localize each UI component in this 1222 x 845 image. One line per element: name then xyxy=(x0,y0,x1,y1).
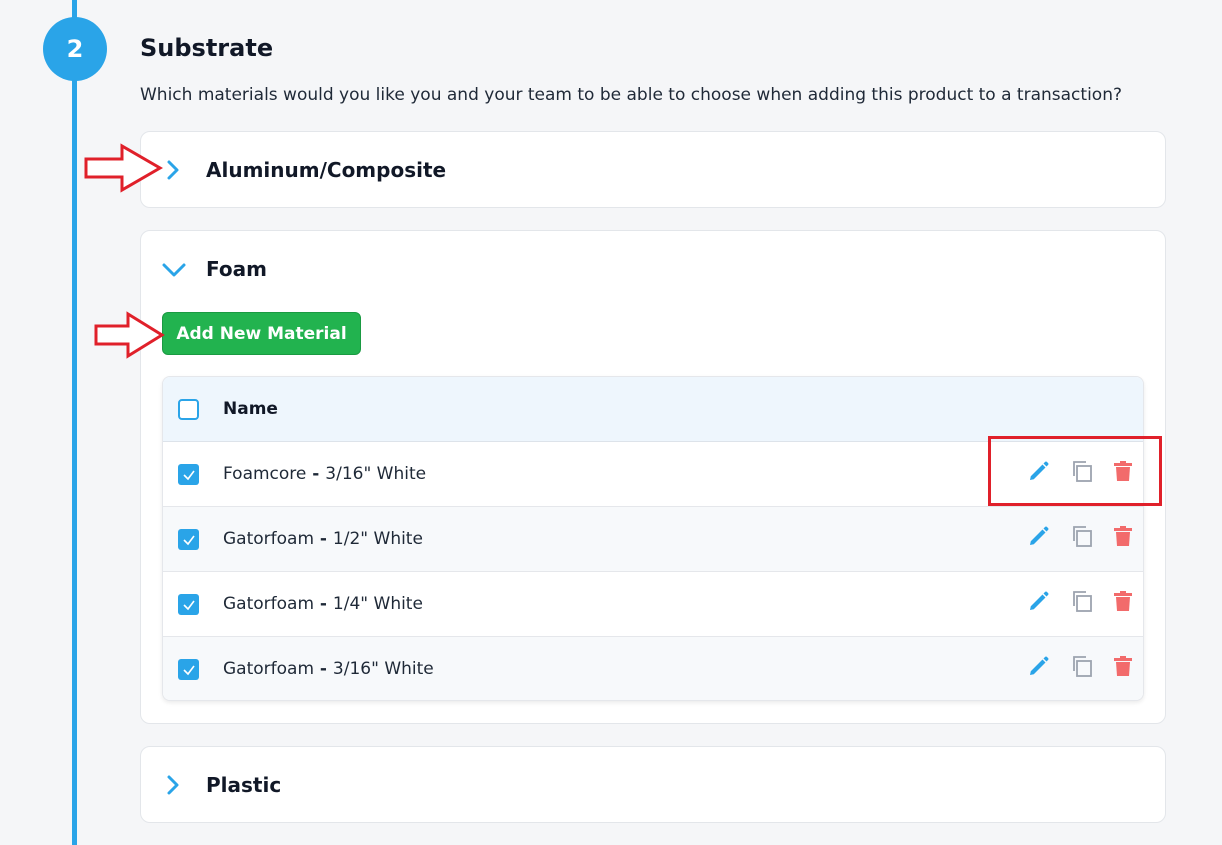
pencil-icon xyxy=(1030,526,1049,545)
trash-icon xyxy=(1114,526,1132,546)
table-row: Gatorfoam - 1/4" White xyxy=(163,572,1143,637)
category-card-plastic: Plastic xyxy=(140,746,1166,823)
category-title: Plastic xyxy=(206,773,282,797)
row-name: Gatorfoam - 1/4" White xyxy=(223,594,423,614)
row-checkbox[interactable] xyxy=(178,594,199,615)
timeline-line xyxy=(72,0,77,845)
table-row: Gatorfoam - 1/2" White xyxy=(163,507,1143,572)
section-description: Which materials would you like you and y… xyxy=(140,85,1122,105)
category-header-aluminum[interactable]: Aluminum/Composite xyxy=(141,132,1165,208)
table-row: Gatorfoam - 3/16" White xyxy=(163,637,1143,700)
check-icon xyxy=(182,535,195,545)
section-title: Substrate xyxy=(140,34,274,62)
duplicate-button[interactable] xyxy=(1069,588,1095,614)
check-icon xyxy=(182,665,195,675)
column-header-name: Name xyxy=(223,399,278,419)
category-card-aluminum: Aluminum/Composite xyxy=(140,131,1166,208)
row-name: Foamcore - 3/16" White xyxy=(223,464,427,484)
pencil-icon xyxy=(1030,591,1049,610)
chevron-right-icon[interactable] xyxy=(161,774,183,796)
trash-icon xyxy=(1114,591,1132,611)
row-checkbox[interactable] xyxy=(178,464,199,485)
row-checkbox[interactable] xyxy=(178,659,199,680)
edit-button[interactable] xyxy=(1026,588,1052,614)
delete-button[interactable] xyxy=(1110,588,1136,614)
edit-button[interactable] xyxy=(1026,653,1052,679)
delete-button[interactable] xyxy=(1110,523,1136,549)
chevron-right-icon[interactable] xyxy=(161,159,183,181)
copy-icon xyxy=(1073,526,1092,547)
edit-button[interactable] xyxy=(1026,523,1052,549)
check-icon xyxy=(182,470,195,480)
duplicate-button[interactable] xyxy=(1069,653,1095,679)
add-new-material-button[interactable]: Add New Material xyxy=(162,312,361,355)
category-header-foam[interactable]: Foam xyxy=(141,231,1165,307)
row-checkbox[interactable] xyxy=(178,529,199,550)
annotation-highlight-box xyxy=(988,436,1162,506)
trash-icon xyxy=(1114,656,1132,676)
pencil-icon xyxy=(1030,656,1049,675)
copy-icon xyxy=(1073,656,1092,677)
annotation-arrow-icon xyxy=(84,143,163,193)
category-header-plastic[interactable]: Plastic xyxy=(141,747,1165,823)
check-icon xyxy=(182,600,195,610)
annotation-arrow-icon xyxy=(94,311,165,359)
row-name: Gatorfoam - 3/16" White xyxy=(223,659,434,679)
table-header: Name xyxy=(163,377,1143,442)
copy-icon xyxy=(1073,591,1092,612)
duplicate-button[interactable] xyxy=(1069,523,1095,549)
materials-table: Name Foamcore - 3/16" White Gatorfoam - … xyxy=(162,376,1144,701)
delete-button[interactable] xyxy=(1110,653,1136,679)
select-all-checkbox[interactable] xyxy=(178,399,199,420)
row-name: Gatorfoam - 1/2" White xyxy=(223,529,423,549)
category-title: Foam xyxy=(206,257,267,281)
step-number-badge: 2 xyxy=(43,17,107,81)
category-title: Aluminum/Composite xyxy=(206,158,447,182)
chevron-down-icon[interactable] xyxy=(161,258,187,280)
